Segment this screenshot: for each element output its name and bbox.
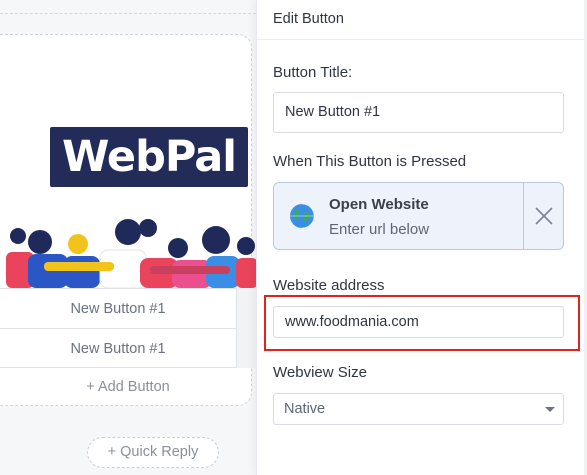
remove-action-button[interactable] — [523, 183, 563, 249]
button-title-label: Button Title: — [273, 64, 353, 81]
previous-card-edge — [0, 0, 256, 14]
message-preview-canvas: WebPal New Button #1 New Button #1 + Add… — [0, 0, 256, 475]
edit-button-panel: Edit Button Button Title: New Button #1 … — [256, 0, 587, 475]
chevron-down-icon[interactable] — [545, 407, 555, 412]
button-pressed-label: When This Button is Pressed — [273, 153, 467, 170]
highlight-box — [264, 295, 580, 351]
add-button[interactable]: + Add Button — [0, 368, 256, 406]
action-subtitle: Enter url below — [329, 221, 430, 238]
people-illustration — [6, 219, 256, 288]
panel-header: Edit Button — [257, 0, 587, 40]
quick-reply-button[interactable]: + Quick Reply — [87, 437, 219, 468]
button-title-input[interactable]: New Button #1 — [273, 92, 564, 133]
preview-button-1[interactable]: New Button #1 — [0, 288, 236, 328]
website-address-label: Website address — [273, 277, 385, 294]
close-icon[interactable] — [534, 206, 554, 226]
preview-button-2[interactable]: New Button #1 — [0, 328, 236, 368]
action-title: Open Website — [329, 196, 429, 213]
webview-size-value: Native — [284, 401, 326, 417]
panel-title: Edit Button — [273, 11, 344, 27]
webview-size-select[interactable]: Native — [273, 393, 564, 425]
webpal-logo: WebPal — [50, 127, 248, 187]
button-row-divider — [236, 288, 256, 368]
open-website-action[interactable]: Open Website Enter url below — [273, 182, 564, 250]
webview-size-label: Webview Size — [273, 364, 367, 381]
globe-icon — [290, 203, 315, 229]
